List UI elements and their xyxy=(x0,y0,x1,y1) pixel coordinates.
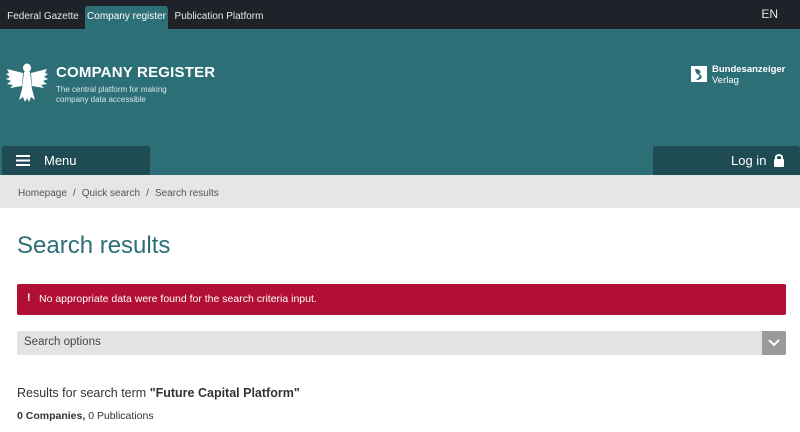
tab-federal-gazette[interactable]: Federal Gazette xyxy=(4,6,82,29)
breadcrumb: Homepage / Quick search / Search results xyxy=(0,175,800,208)
tab-publication-platform[interactable]: Publication Platform xyxy=(172,6,266,29)
tab-company-register[interactable]: Company register xyxy=(85,6,168,29)
alert-exclamation-icon: ! xyxy=(27,292,31,304)
top-navigation-bar: Federal Gazette Company register Publica… xyxy=(0,0,800,29)
eagle-logo-icon[interactable] xyxy=(4,59,50,105)
partner-name: Bundesanzeiger xyxy=(712,64,786,75)
results-counts: 0 Companies, 0 Publications xyxy=(17,410,154,422)
hamburger-menu-icon xyxy=(16,155,30,166)
login-label: Log in xyxy=(731,153,767,168)
results-heading: Results for search term "Future Capital … xyxy=(17,386,300,400)
search-options-toggle-button[interactable] xyxy=(762,331,786,355)
breadcrumb-item-quick-search[interactable]: Quick search xyxy=(82,188,140,199)
alert-message: No appropriate data were found for the s… xyxy=(39,293,317,305)
results-heading-prefix: Results for search term xyxy=(17,386,150,400)
menu-button[interactable]: Menu xyxy=(2,146,150,175)
companies-count[interactable]: 0 Companies, xyxy=(17,410,85,422)
chevron-down-icon xyxy=(768,339,780,347)
language-switcher[interactable]: EN xyxy=(761,7,778,21)
breadcrumb-item-homepage[interactable]: Homepage xyxy=(18,188,67,199)
page-title: Search results xyxy=(17,232,171,259)
breadcrumb-item-search-results: Search results xyxy=(154,188,219,199)
bundesanzeiger-logo-icon[interactable] xyxy=(690,65,708,83)
search-term: "Future Capital Platform" xyxy=(149,386,300,400)
menu-label: Menu xyxy=(44,153,77,168)
publications-count[interactable]: 0 Publications xyxy=(88,410,153,422)
no-results-alert: ! No appropriate data were found for the… xyxy=(17,284,786,315)
breadcrumb-separator: / xyxy=(146,188,149,199)
brand-subtitle: The central platform for making company … xyxy=(56,85,167,104)
search-options-label: Search options xyxy=(24,336,101,348)
breadcrumb-separator: / xyxy=(72,188,76,199)
brand-title[interactable]: COMPANY REGISTER xyxy=(56,64,215,81)
search-options-panel[interactable]: Search options xyxy=(17,331,786,355)
login-button[interactable]: Log in xyxy=(653,146,800,175)
lock-icon xyxy=(774,154,784,167)
site-header: COMPANY REGISTER The central platform fo… xyxy=(0,29,800,175)
partner-name-suffix: Verlag xyxy=(712,75,739,86)
